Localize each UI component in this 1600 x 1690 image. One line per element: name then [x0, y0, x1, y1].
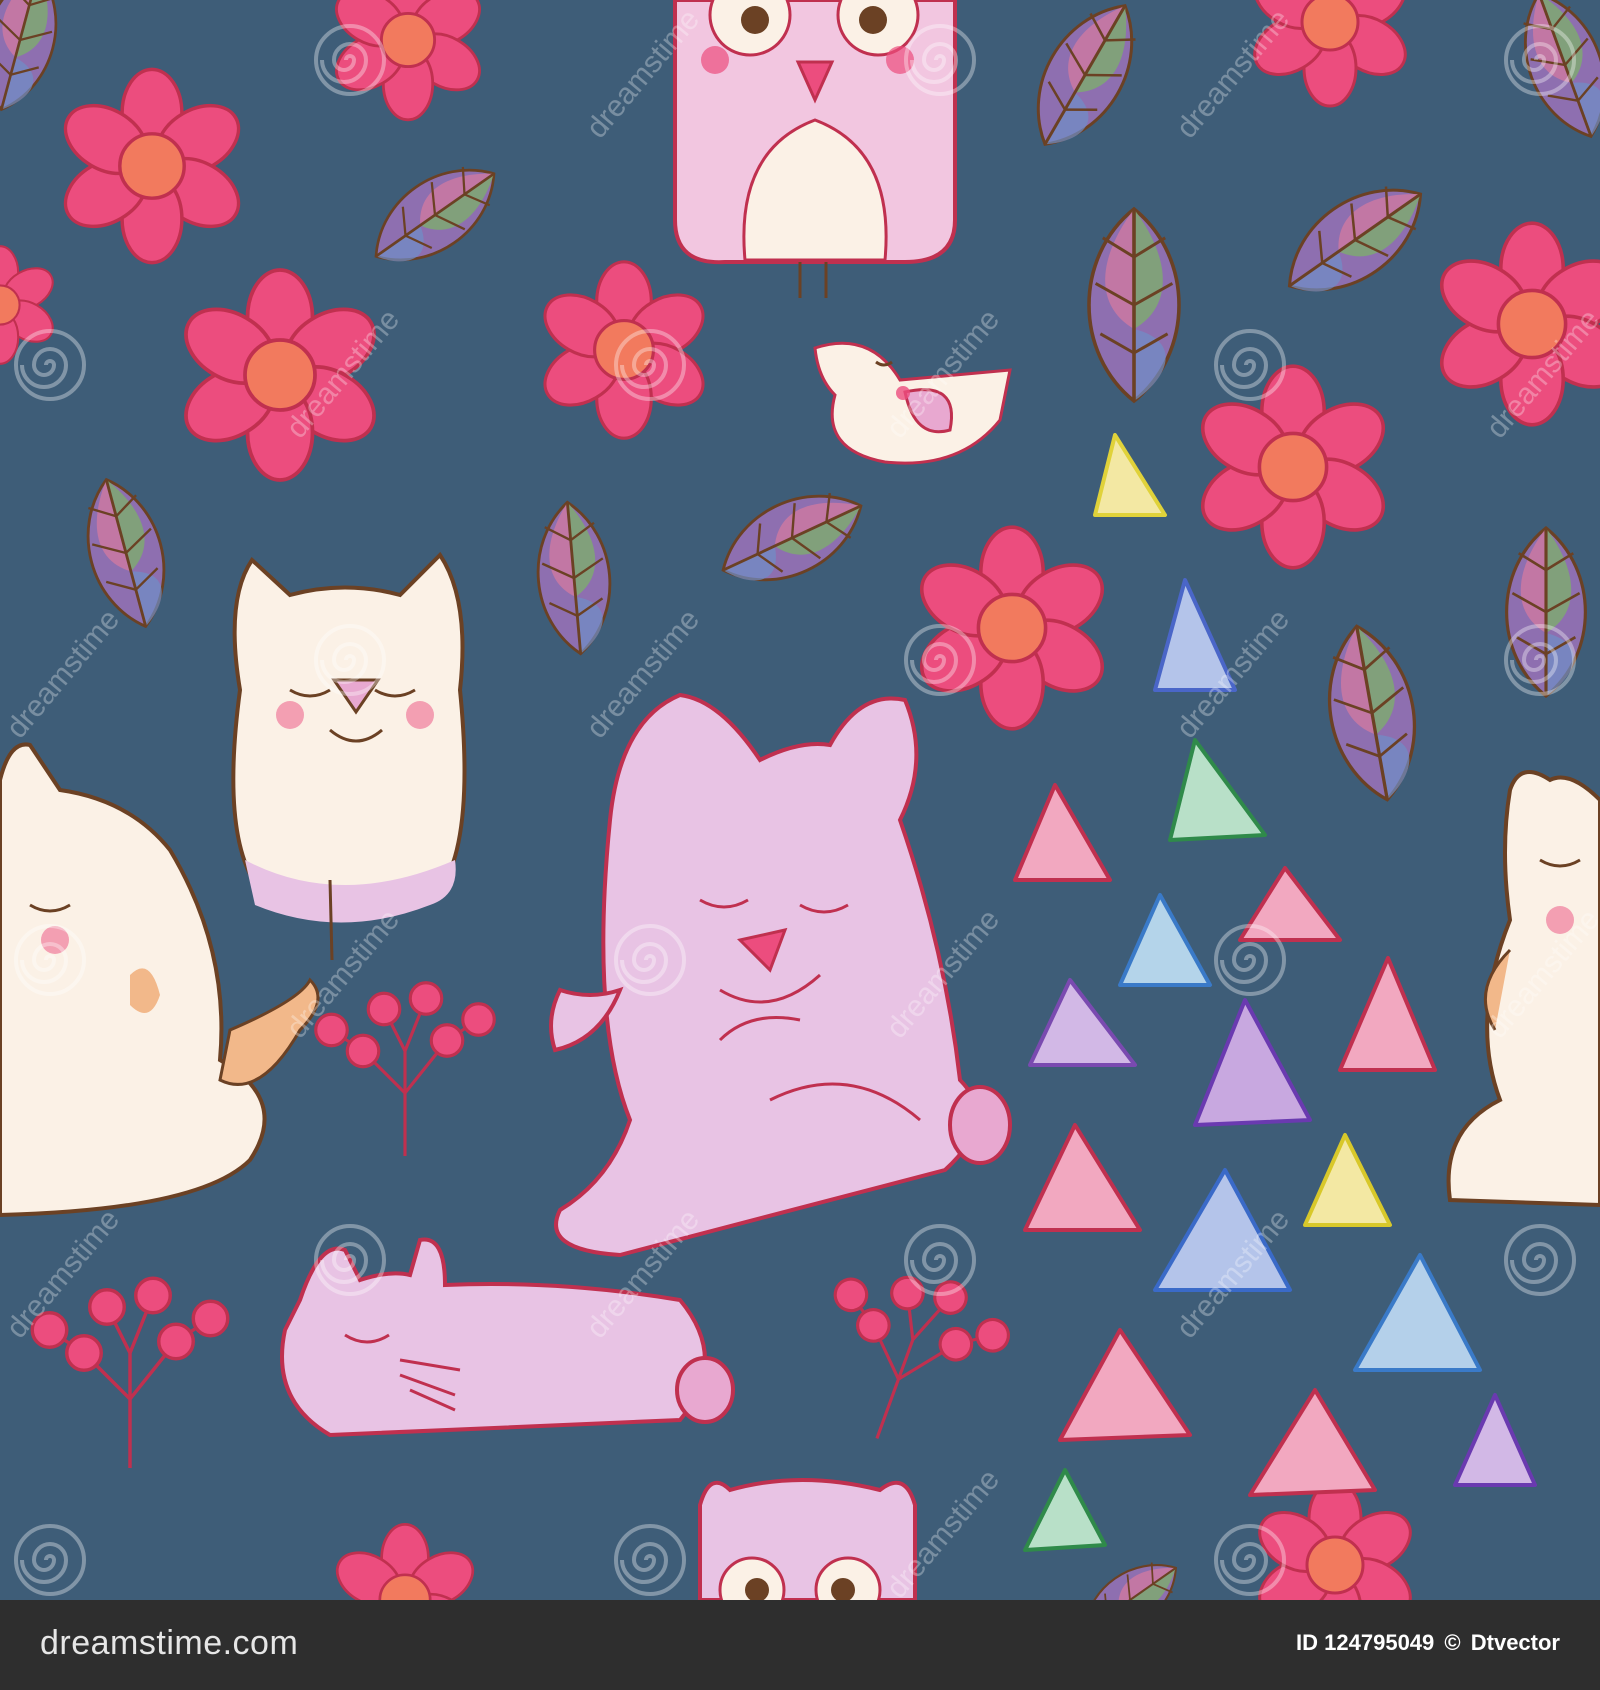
cream-cat — [231, 551, 467, 961]
footer-meta: ID 124795049 © Dtvector — [1292, 1630, 1560, 1656]
author-name: Dtvector — [1470, 1630, 1560, 1655]
seamless-pattern-illustration: dreamstime dreamstime dreamstime dreamst… — [0, 0, 1600, 1600]
footer-brand: dreamstime.com — [40, 1624, 299, 1662]
stock-footer: dreamstime.com ID 124795049 © Dtvector — [0, 1600, 1600, 1690]
owl-top — [673, 0, 957, 298]
stock-image: dreamstime dreamstime dreamstime dreamst… — [0, 0, 1600, 1690]
copyright-icon: © — [1444, 1630, 1461, 1655]
image-id: ID 124795049 — [1296, 1630, 1435, 1655]
